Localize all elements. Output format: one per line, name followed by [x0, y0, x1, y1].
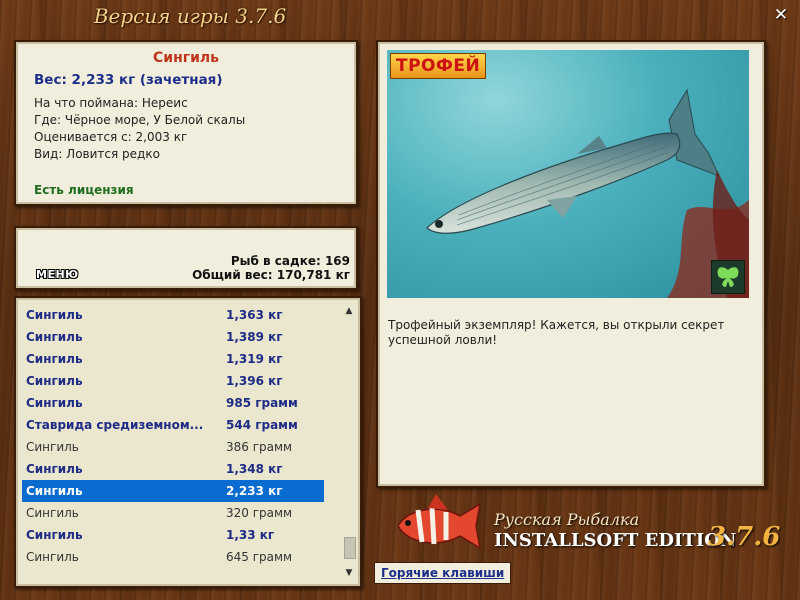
- list-item-weight: 985 грамм: [226, 396, 298, 410]
- list-item-fish-name: Ставрида средиземном...: [26, 418, 204, 432]
- list-item-weight: 645 грамм: [226, 550, 293, 564]
- catch-list-panel: Сингиль 1,363 кг Сингиль 1,389 кг Сингиль 1,3…: [14, 296, 362, 588]
- scroll-up-icon[interactable]: ▲: [342, 304, 356, 318]
- list-item-fish-name: Сингиль: [26, 440, 79, 454]
- menu-button[interactable]: МЕНЮ: [36, 268, 79, 281]
- fish-photo: ТРОФЕЙ: [387, 50, 749, 298]
- brand-name: Русская Рыбалка: [494, 510, 640, 529]
- fish-illustration: [426, 88, 749, 298]
- list-item-fish-name: Сингиль: [26, 352, 83, 366]
- close-icon[interactable]: ✕: [772, 6, 790, 24]
- list-item-weight: 1,396 кг: [226, 374, 283, 388]
- rating-info: Оценивается с: 2,003 кг: [34, 130, 188, 144]
- list-item-weight: 1,348 кг: [226, 462, 283, 476]
- total-weight: Общий вес: 170,781 кг: [192, 268, 350, 282]
- list-item-weight: 1,319 кг: [226, 352, 283, 366]
- location-info: Где: Чёрное море, У Белой скалы: [34, 113, 246, 127]
- bait-info: На что поймана: Нереис: [34, 96, 188, 110]
- list-item-weight: 1,389 кг: [226, 330, 283, 344]
- list-item[interactable]: Сингиль 1,319 кг: [22, 348, 324, 370]
- list-item-fish-name: Сингиль: [26, 374, 83, 388]
- window-title: Версия игры 3.7.6: [93, 4, 287, 28]
- hotkeys-link[interactable]: Горячие клавиши: [374, 562, 512, 584]
- trophy-badge: ТРОФЕЙ: [390, 53, 487, 79]
- trophy-description: Трофейный экземпляр! Кажется, вы открыли…: [388, 318, 725, 347]
- list-item[interactable]: Сингиль 1,389 кг: [22, 326, 324, 348]
- list-item-fish-name: Сингиль: [26, 462, 83, 476]
- list-item[interactable]: Сингиль 1,396 кг: [22, 370, 324, 392]
- list-item-fish-name: Сингиль: [26, 308, 83, 322]
- list-item-weight: 2,233 кг: [226, 484, 283, 498]
- fish-name: Сингиль: [153, 50, 219, 66]
- catch-list: Сингиль 1,363 кг Сингиль 1,389 кг Сингиль 1,3…: [22, 304, 324, 568]
- game-logo-fish-icon: [388, 490, 484, 558]
- list-item-fish-name: Сингиль: [26, 396, 83, 410]
- scroll-track[interactable]: [344, 320, 356, 564]
- list-item[interactable]: Сингиль 985 грамм: [22, 392, 324, 414]
- list-item-fish-name: Сингиль: [26, 484, 83, 498]
- brand-version: 3.7.6: [708, 522, 781, 552]
- list-item-weight: 1,363 кг: [226, 308, 283, 322]
- rarity-info: Вид: Ловится редко: [34, 147, 160, 161]
- list-item-fish-name: Сингиль: [26, 528, 83, 542]
- license-status: Есть лицензия: [34, 183, 134, 197]
- list-item[interactable]: Сингиль 645 грамм: [22, 546, 324, 568]
- scroll-thumb[interactable]: [344, 537, 356, 559]
- list-item-weight: 1,33 кг: [226, 528, 275, 542]
- list-item-fish-name: Сингиль: [26, 550, 79, 564]
- list-item[interactable]: Сингиль 320 грамм: [22, 502, 324, 524]
- fish-picture-panel: ТРОФЕЙ Трофейный экземпляр! Кажется, вы …: [376, 40, 766, 488]
- brand-edition: INSTALLSOFT EDITION: [494, 530, 737, 551]
- list-item[interactable]: Сингиль 1,348 кг: [22, 458, 324, 480]
- list-item-weight: 544 грамм: [226, 418, 298, 432]
- list-item-weight: 386 грамм: [226, 440, 293, 454]
- catch-stats-panel: МЕНЮ Рыб в садке: 169 Общий вес: 170,781…: [14, 226, 358, 290]
- list-item[interactable]: Сингиль 1,363 кг: [22, 304, 324, 326]
- list-item-weight: 320 грамм: [226, 506, 293, 520]
- list-item[interactable]: Сингиль 386 грамм: [22, 436, 324, 458]
- list-item-selected[interactable]: Сингиль 2,233 кг: [22, 480, 324, 502]
- list-item[interactable]: Сингиль 1,33 кг: [22, 524, 324, 546]
- list-item[interactable]: Ставрида средиземном... 544 грамм: [22, 414, 324, 436]
- fish-info-panel: Сингиль Вес: 2,233 кг (зачетная) На что …: [14, 40, 358, 206]
- list-item-fish-name: Сингиль: [26, 506, 79, 520]
- fish-weight: Вес: 2,233 кг (зачетная): [34, 72, 223, 88]
- list-item-fish-name: Сингиль: [26, 330, 83, 344]
- fish-count: Рыб в садке: 169: [230, 254, 350, 268]
- list-scrollbar[interactable]: ▲ ▼: [342, 302, 356, 582]
- scroll-down-icon[interactable]: ▼: [342, 566, 356, 580]
- butterfly-icon: [711, 260, 745, 294]
